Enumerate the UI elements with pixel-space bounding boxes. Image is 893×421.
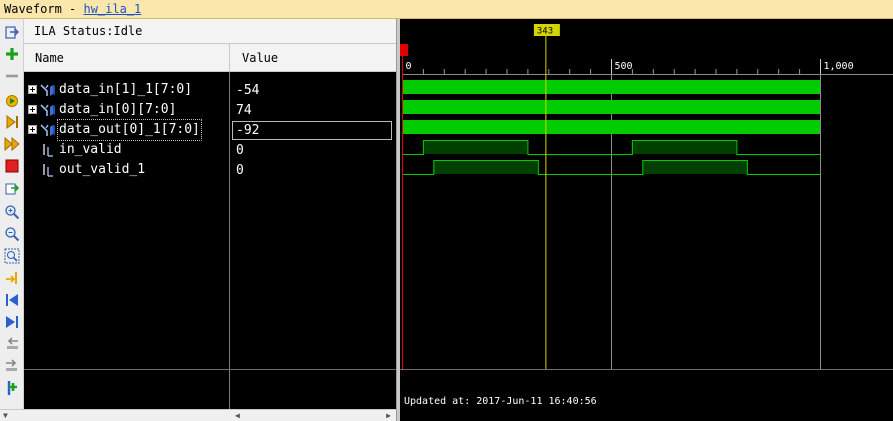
bus-waveform-0	[403, 80, 820, 94]
waveform-canvas[interactable]: 0 500 1,000 343 Updated at: 2017-Jun-11 16:4…	[400, 19, 893, 421]
name-horizontal-scrollbar[interactable]	[24, 409, 230, 421]
ila-status-bar: ILA Status:Idle	[24, 19, 396, 44]
signal-value: 0	[236, 143, 244, 158]
zoom-fit-icon[interactable]	[3, 247, 21, 265]
bit-high-segment	[642, 160, 747, 174]
add-probe-icon[interactable]	[3, 45, 21, 63]
hw-ila-link[interactable]: hw_ila_1	[83, 2, 141, 16]
signal-name: data_in[0][7:0]	[59, 102, 177, 117]
auto-retrigger-icon[interactable]	[3, 135, 21, 153]
export-icon[interactable]	[3, 179, 21, 197]
signal-value: 0	[236, 163, 244, 178]
stop-icon[interactable]	[3, 157, 21, 175]
bus-waveform-1	[403, 100, 820, 114]
signal-row-data-out-0[interactable]: data_out[0]_1[7:0]	[24, 119, 230, 141]
signal-row-in-valid[interactable]: in_valid	[24, 140, 230, 160]
next-transition-icon[interactable]	[3, 357, 21, 375]
bit-high-segment	[631, 140, 737, 154]
ruler-tick-label: 1,000	[824, 61, 854, 72]
waveform-viewer[interactable]: 0 500 1,000 343 Updated at: 2017-Jun-11 16:4…	[400, 19, 893, 421]
updated-timestamp: Updated at: 2017-Jun-11 16:40:56	[404, 396, 597, 407]
go-to-start-icon[interactable]	[3, 291, 21, 309]
scroll-right-icon[interactable]: ▶	[386, 410, 391, 421]
bus-waveform-2	[403, 120, 820, 134]
waveform-toolbar	[0, 19, 24, 421]
bit-signal-icon	[40, 163, 56, 184]
expand-toggle-icon[interactable]	[28, 105, 37, 114]
window-title: Waveform -	[4, 2, 84, 16]
signal-row-out-valid-1[interactable]: out_valid_1	[24, 160, 230, 180]
run-trigger-icon[interactable]	[3, 91, 21, 109]
signal-value: 74	[236, 103, 252, 118]
waveform-window: Waveform - hw_ila_1 ILA Status:Idle Name…	[0, 0, 893, 421]
value-column-label: Value	[242, 51, 279, 65]
scroll-left-icon[interactable]: ◀	[235, 410, 240, 421]
signal-name: data_in[1]_1[7:0]	[59, 82, 193, 97]
zoom-in-icon[interactable]	[3, 203, 21, 221]
list-bottom-separator	[24, 369, 396, 370]
signal-value-list: -54 74 -92 0 0	[230, 72, 396, 409]
zoom-out-icon[interactable]	[3, 225, 21, 243]
fit-to-window-icon[interactable]	[3, 23, 21, 41]
cursor-value-label: 343	[537, 27, 553, 37]
go-to-cursor-icon[interactable]	[3, 269, 21, 287]
value-column-header[interactable]: Value	[230, 44, 396, 72]
name-column-header[interactable]: Name	[24, 44, 230, 72]
signal-name: data_out[0]_1[7:0]	[57, 119, 202, 141]
value-horizontal-scrollbar[interactable]: ◀ ▶	[230, 409, 396, 421]
run-immediate-icon[interactable]	[3, 113, 21, 131]
ruler-tick-label: 500	[615, 61, 633, 72]
signal-name: in_valid	[59, 142, 122, 157]
add-marker-icon[interactable]	[3, 379, 21, 397]
ila-status-text: ILA Status:Idle	[34, 24, 143, 38]
trigger-start-marker	[400, 44, 408, 56]
expand-toggle-icon[interactable]	[28, 85, 37, 94]
previous-transition-icon[interactable]	[3, 335, 21, 353]
signal-row-data-in-1[interactable]: data_in[1]_1[7:0]	[24, 80, 230, 100]
remove-icon[interactable]	[3, 67, 21, 85]
signal-value: -92	[236, 123, 260, 138]
signal-name: out_valid_1	[59, 162, 146, 177]
signal-value: -54	[236, 83, 260, 98]
toolbar-scroll-corner: ▼	[0, 409, 24, 421]
signal-name-list: data_in[1]_1[7:0] data_in[0][7:0] data_o…	[24, 72, 230, 409]
name-column-label: Name	[35, 51, 64, 65]
window-titlebar: Waveform - hw_ila_1	[0, 0, 893, 19]
expand-toggle-icon[interactable]	[28, 125, 37, 134]
go-to-end-icon[interactable]	[3, 313, 21, 331]
ruler-tick-label: 0	[406, 61, 412, 72]
scroll-down-icon[interactable]: ▼	[3, 410, 8, 421]
signal-row-data-in-0[interactable]: data_in[0][7:0]	[24, 100, 230, 120]
bit-high-segment	[433, 160, 538, 174]
bit-high-segment	[422, 140, 528, 154]
